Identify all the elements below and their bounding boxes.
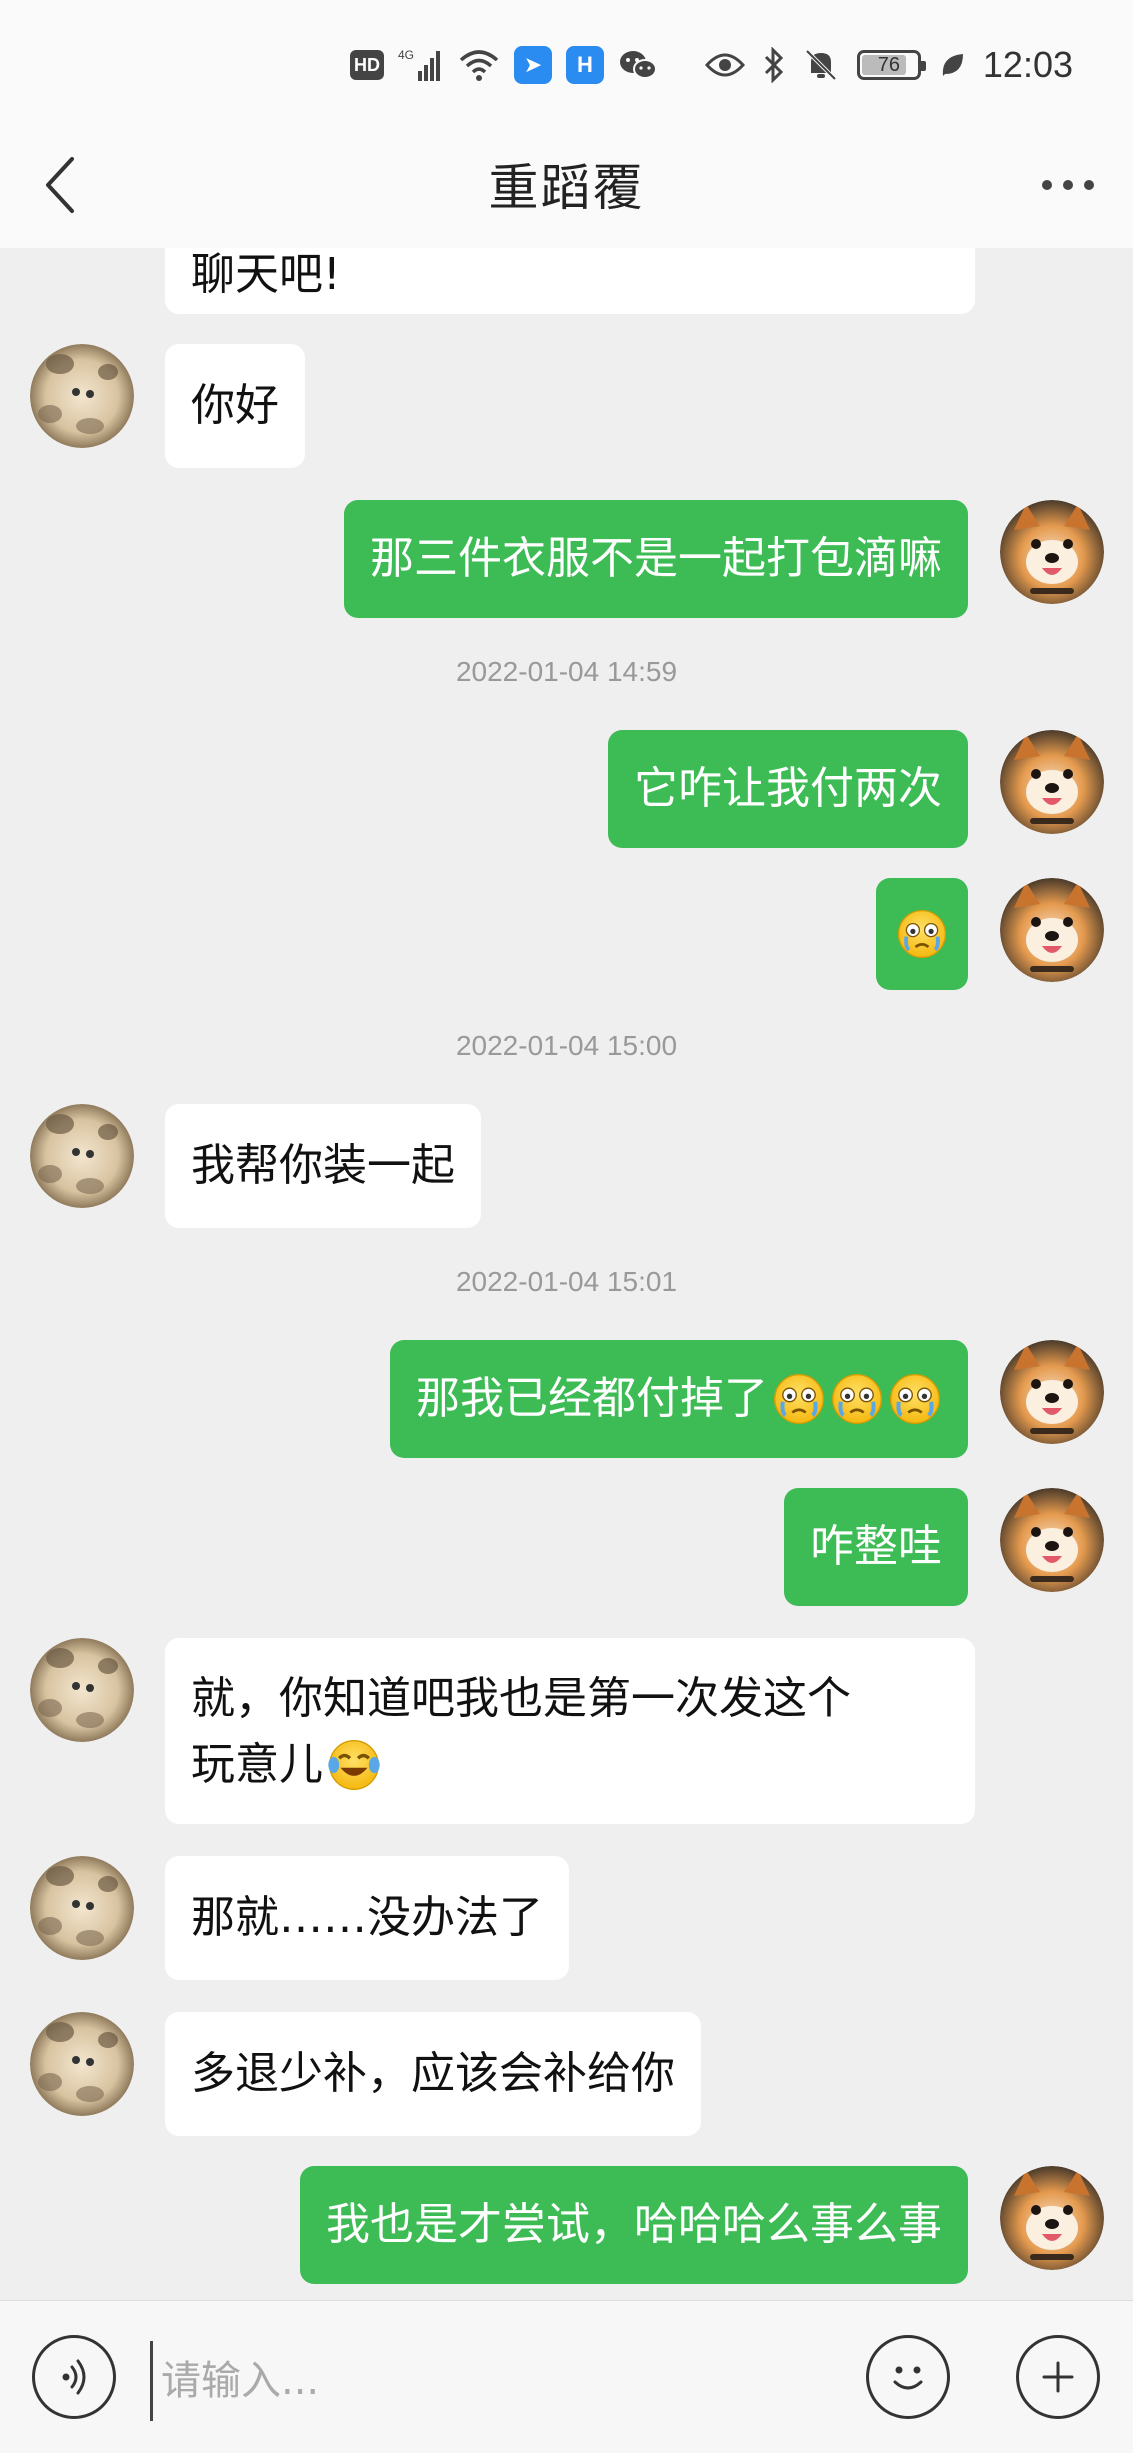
emoji-button[interactable] — [866, 2335, 950, 2419]
wechat-icon — [618, 45, 658, 85]
mute-icon — [803, 45, 839, 85]
wifi-icon — [458, 45, 500, 85]
message-bubble-out[interactable]: 那我已经都付掉了 — [390, 1340, 968, 1458]
message-bubble-out[interactable]: 咋整哇 — [784, 1488, 968, 1606]
my-avatar[interactable] — [1000, 2166, 1104, 2270]
leaf-icon — [939, 45, 965, 85]
status-left-icons: HD 4G ➤ H — [350, 40, 658, 90]
voice-icon — [62, 2359, 86, 2395]
my-avatar[interactable] — [1000, 1340, 1104, 1444]
contact-avatar[interactable] — [30, 1856, 134, 1960]
input-bar — [0, 2300, 1133, 2453]
message-bubble-out[interactable]: 那三件衣服不是一起打包滴嘛 — [344, 500, 968, 618]
voice-button[interactable] — [32, 2335, 116, 2419]
message-text: 那我已经都付掉了 — [416, 1373, 768, 1424]
message-text: 咋整哇 — [810, 1521, 942, 1572]
message-input[interactable] — [150, 2341, 850, 2421]
my-avatar[interactable] — [1000, 1488, 1104, 1592]
message-text: 那就……没办法了 — [191, 1892, 543, 1943]
signal-4g-icon: 4G — [398, 45, 444, 85]
message-bubble-out[interactable] — [876, 878, 968, 990]
chat-header: 重蹈覆 — [0, 120, 1133, 248]
contact-avatar[interactable] — [30, 344, 134, 448]
message-bubble-out[interactable]: 我也是才尝试，哈哈哈么事么事 — [300, 2166, 968, 2284]
message-bubble-in[interactable]: 多退少补，应该会补给你 — [165, 2012, 701, 2136]
my-avatar[interactable] — [1000, 730, 1104, 834]
plus-button[interactable] — [1016, 2335, 1100, 2419]
emoji-icon — [893, 2366, 923, 2390]
chevron-left-icon — [46, 157, 74, 213]
message-timestamp: 2022-01-04 14:59 — [455, 656, 678, 687]
eye-icon — [704, 45, 745, 85]
status-bar: HD 4G ➤ H 76 12:03 — [0, 0, 1133, 120]
status-right-icons: 76 12:03 — [704, 40, 1073, 90]
app-h-icon: H — [566, 45, 604, 85]
bluetooth-icon — [763, 45, 785, 85]
message-text: 那三件衣服不是一起打包滴嘛 — [370, 533, 942, 584]
svg-text:4G: 4G — [398, 48, 414, 62]
crying-face-emoji-icon — [772, 1372, 826, 1426]
battery-icon: 76 — [856, 45, 926, 85]
crying-face-emoji-icon — [896, 908, 948, 960]
message-bubble-in[interactable]: 那就……没办法了 — [165, 1856, 569, 1980]
message-bubble-in[interactable]: 就，你知道吧我也是第一次发这个 玩意儿 — [165, 1638, 975, 1824]
message-text: 你好 — [191, 380, 279, 431]
chat-messages[interactable]: 聊天吧! 你好 那三件衣服不是一起打包滴嘛 2022-01-04 14:59 它… — [0, 248, 1133, 2300]
message-bubble-out[interactable]: 它咋让我付两次 — [608, 730, 968, 848]
back-button[interactable] — [30, 150, 90, 220]
contact-avatar[interactable] — [30, 2012, 134, 2116]
page-title: 重蹈覆 — [488, 159, 645, 217]
more-dots-icon — [1042, 180, 1094, 190]
message-bubble-in[interactable]: 聊天吧! — [165, 248, 975, 314]
app-feishu-icon: ➤ — [514, 45, 552, 85]
clock: 12:03 — [982, 44, 1073, 85]
message-text-line: 玩意儿 — [191, 1732, 381, 1798]
crying-face-emoji-icon — [888, 1372, 942, 1426]
message-bubble-in[interactable]: 我帮你装一起 — [165, 1104, 481, 1228]
laughing-tears-emoji-icon — [327, 1738, 381, 1792]
message-text: 聊天吧! — [191, 249, 341, 300]
message-text-line: 就，你知道吧我也是第一次发这个 — [191, 1673, 851, 1724]
message-timestamp: 2022-01-04 15:00 — [455, 1030, 678, 1061]
contact-avatar[interactable] — [30, 1104, 134, 1208]
hd-icon: HD — [350, 45, 384, 85]
message-bubble-in[interactable]: 你好 — [165, 344, 305, 468]
contact-avatar[interactable] — [30, 1638, 134, 1742]
message-text: 多退少补，应该会补给你 — [191, 2048, 675, 2099]
message-text: 我帮你装一起 — [191, 1140, 455, 1191]
more-button[interactable] — [1033, 160, 1103, 210]
message-timestamp: 2022-01-04 15:01 — [455, 1266, 678, 1297]
my-avatar[interactable] — [1000, 500, 1104, 604]
message-text: 我也是才尝试，哈哈哈么事么事 — [326, 2199, 942, 2250]
message-text: 它咋让我付两次 — [634, 763, 942, 814]
plus-icon — [1042, 2361, 1074, 2393]
crying-face-emoji-icon — [830, 1372, 884, 1426]
my-avatar[interactable] — [1000, 878, 1104, 982]
